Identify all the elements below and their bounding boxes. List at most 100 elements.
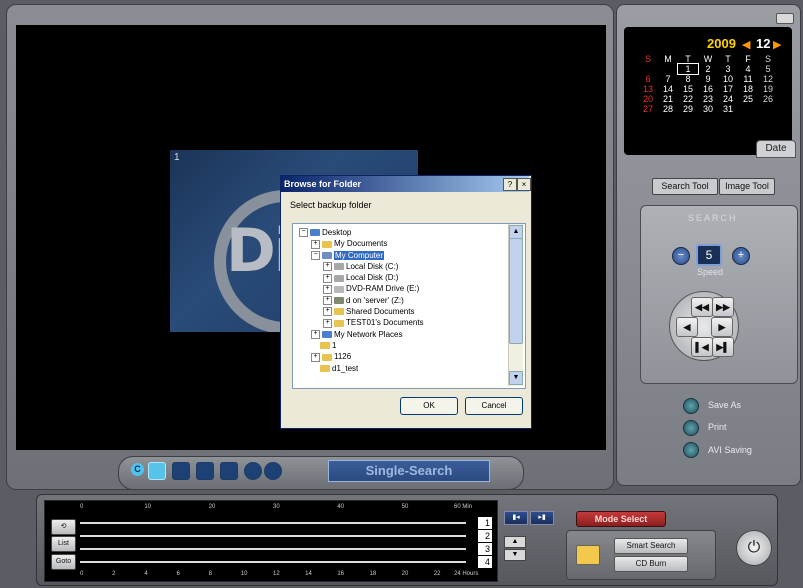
calendar-day[interactable]: 12 [758, 74, 778, 84]
calendar-day[interactable]: 25 [738, 94, 758, 104]
scroll-down-button[interactable]: ▼ [504, 549, 526, 561]
speed-decrease-button[interactable]: − [672, 247, 690, 265]
smart-search-button[interactable]: Smart Search [614, 538, 688, 554]
minimize-button[interactable] [776, 13, 794, 24]
ok-button[interactable]: OK [400, 397, 458, 415]
calendar-day[interactable]: 3 [718, 64, 738, 74]
tree-item[interactable]: + Shared Documents [295, 306, 509, 317]
tree-item[interactable]: + Local Disk (C:) [295, 261, 509, 272]
expand-icon[interactable]: + [323, 307, 332, 317]
calendar-day[interactable]: 4 [738, 64, 758, 74]
calendar-day[interactable]: 10 [718, 74, 738, 84]
zoom-out-icon[interactable] [264, 462, 282, 480]
close-button[interactable]: × [517, 178, 531, 191]
calendar-day[interactable]: 29 [678, 104, 698, 114]
sixteen-view-button[interactable] [220, 462, 238, 480]
scroll-up-button[interactable]: ▲ [504, 536, 526, 548]
print-button[interactable] [683, 420, 699, 436]
calendar-day[interactable]: 13 [638, 84, 658, 94]
calendar-day[interactable]: 17 [718, 84, 738, 94]
tree-item[interactable]: + My Documents [295, 238, 509, 249]
timeline-bars[interactable] [80, 516, 466, 568]
collapse-icon[interactable]: − [299, 228, 308, 238]
refresh-button[interactable]: ⟲ [51, 519, 76, 535]
power-button[interactable]: ⏻ [736, 530, 772, 566]
timeline-channel-1[interactable] [80, 522, 466, 524]
search-tool-button[interactable]: Search Tool [652, 178, 718, 195]
goto-button[interactable]: Goto [51, 554, 76, 570]
tree-item[interactable]: + d on 'server' (Z:) [295, 295, 509, 306]
expand-icon[interactable]: + [323, 284, 332, 294]
expand-icon[interactable]: + [311, 352, 320, 362]
calendar-day[interactable]: 18 [738, 84, 758, 94]
expand-icon[interactable]: + [311, 330, 320, 340]
zoom-in-icon[interactable] [244, 462, 262, 480]
expand-icon[interactable]: + [323, 296, 332, 306]
calendar-day[interactable]: 9 [698, 74, 718, 84]
help-button[interactable]: ? [503, 178, 517, 191]
calendar-day[interactable]: 15 [678, 84, 698, 94]
collapse-icon[interactable]: − [311, 250, 320, 260]
tree-item[interactable]: + Local Disk (D:) [295, 272, 509, 283]
save-as-button[interactable] [683, 398, 699, 414]
calendar-day[interactable]: 20 [638, 94, 658, 104]
prev-month-arrow-icon[interactable]: ◀ [742, 38, 750, 51]
scroll-up-arrow-icon[interactable]: ▲ [509, 225, 523, 239]
speed-increase-button[interactable]: + [732, 247, 750, 265]
channel-c-indicator[interactable]: C [131, 463, 144, 476]
step-forward-button[interactable]: ▶ [711, 317, 733, 337]
date-tab[interactable]: Date [756, 140, 796, 158]
cd-burn-button[interactable]: CD Burn [614, 556, 688, 572]
scroll-down-arrow-icon[interactable]: ▼ [509, 371, 523, 385]
timeline-channel-2[interactable] [80, 535, 466, 537]
calendar-day[interactable]: 11 [738, 74, 758, 84]
first-frame-button[interactable]: ▌◀ [691, 337, 713, 357]
cancel-button[interactable]: Cancel [465, 397, 523, 415]
calendar-day[interactable]: 1 [677, 63, 699, 75]
calendar-day[interactable]: 21 [658, 94, 678, 104]
timeline-zoom-button[interactable]: ▮◂ [504, 511, 528, 525]
scrollbar-thumb[interactable] [509, 238, 523, 344]
tree-item[interactable]: − My Computer [295, 250, 509, 261]
calendar-day[interactable] [738, 104, 758, 114]
tree-item[interactable]: + DVD-RAM Drive (E:) [295, 283, 509, 294]
expand-icon[interactable]: + [323, 318, 332, 328]
calendar-day[interactable]: 27 [638, 104, 658, 114]
calendar-day[interactable]: 5 [758, 64, 778, 74]
calendar-day[interactable]: 23 [698, 94, 718, 104]
nine-view-button[interactable] [196, 462, 214, 480]
calendar-day[interactable]: 8 [678, 74, 698, 84]
calendar-day[interactable]: 19 [758, 84, 778, 94]
folder-icon[interactable] [576, 545, 600, 565]
fast-forward-button[interactable]: ▶▶ [712, 297, 734, 317]
calendar-day[interactable]: 31 [718, 104, 738, 114]
timeline-channel-4[interactable] [80, 561, 466, 563]
calendar-day[interactable]: 6 [638, 74, 658, 84]
quad-view-button[interactable] [172, 462, 190, 480]
calendar-day[interactable]: 30 [698, 104, 718, 114]
calendar-day[interactable]: 22 [678, 94, 698, 104]
calendar-day[interactable]: 7 [658, 74, 678, 84]
step-back-button[interactable]: ◀ [676, 317, 698, 337]
image-tool-button[interactable]: Image Tool [719, 178, 775, 195]
expand-icon[interactable]: + [323, 273, 332, 283]
calendar-day[interactable]: 26 [758, 94, 778, 104]
calendar-day[interactable]: 16 [698, 84, 718, 94]
calendar-day[interactable]: 2 [698, 64, 718, 74]
expand-icon[interactable]: + [323, 262, 332, 272]
tree-item[interactable]: + TEST01's Documents [295, 317, 509, 328]
timeline-step-button[interactable]: ▸▮ [530, 511, 554, 525]
tree-item[interactable]: d1_test [295, 363, 509, 374]
tree-item[interactable]: 1 [295, 340, 509, 351]
calendar-day[interactable]: 14 [658, 84, 678, 94]
calendar-day[interactable]: 28 [658, 104, 678, 114]
tree-item[interactable]: +1126 [295, 351, 509, 362]
calendar-day[interactable]: 24 [718, 94, 738, 104]
fast-rewind-button[interactable]: ◀◀ [691, 297, 713, 317]
timeline-channel-3[interactable] [80, 548, 466, 550]
mode-select-button[interactable]: Mode Select [576, 511, 666, 527]
expand-icon[interactable]: + [311, 239, 320, 249]
calendar-day[interactable] [658, 64, 678, 74]
avi-saving-button[interactable] [683, 442, 699, 458]
last-frame-button[interactable]: ▶▌ [712, 337, 734, 357]
